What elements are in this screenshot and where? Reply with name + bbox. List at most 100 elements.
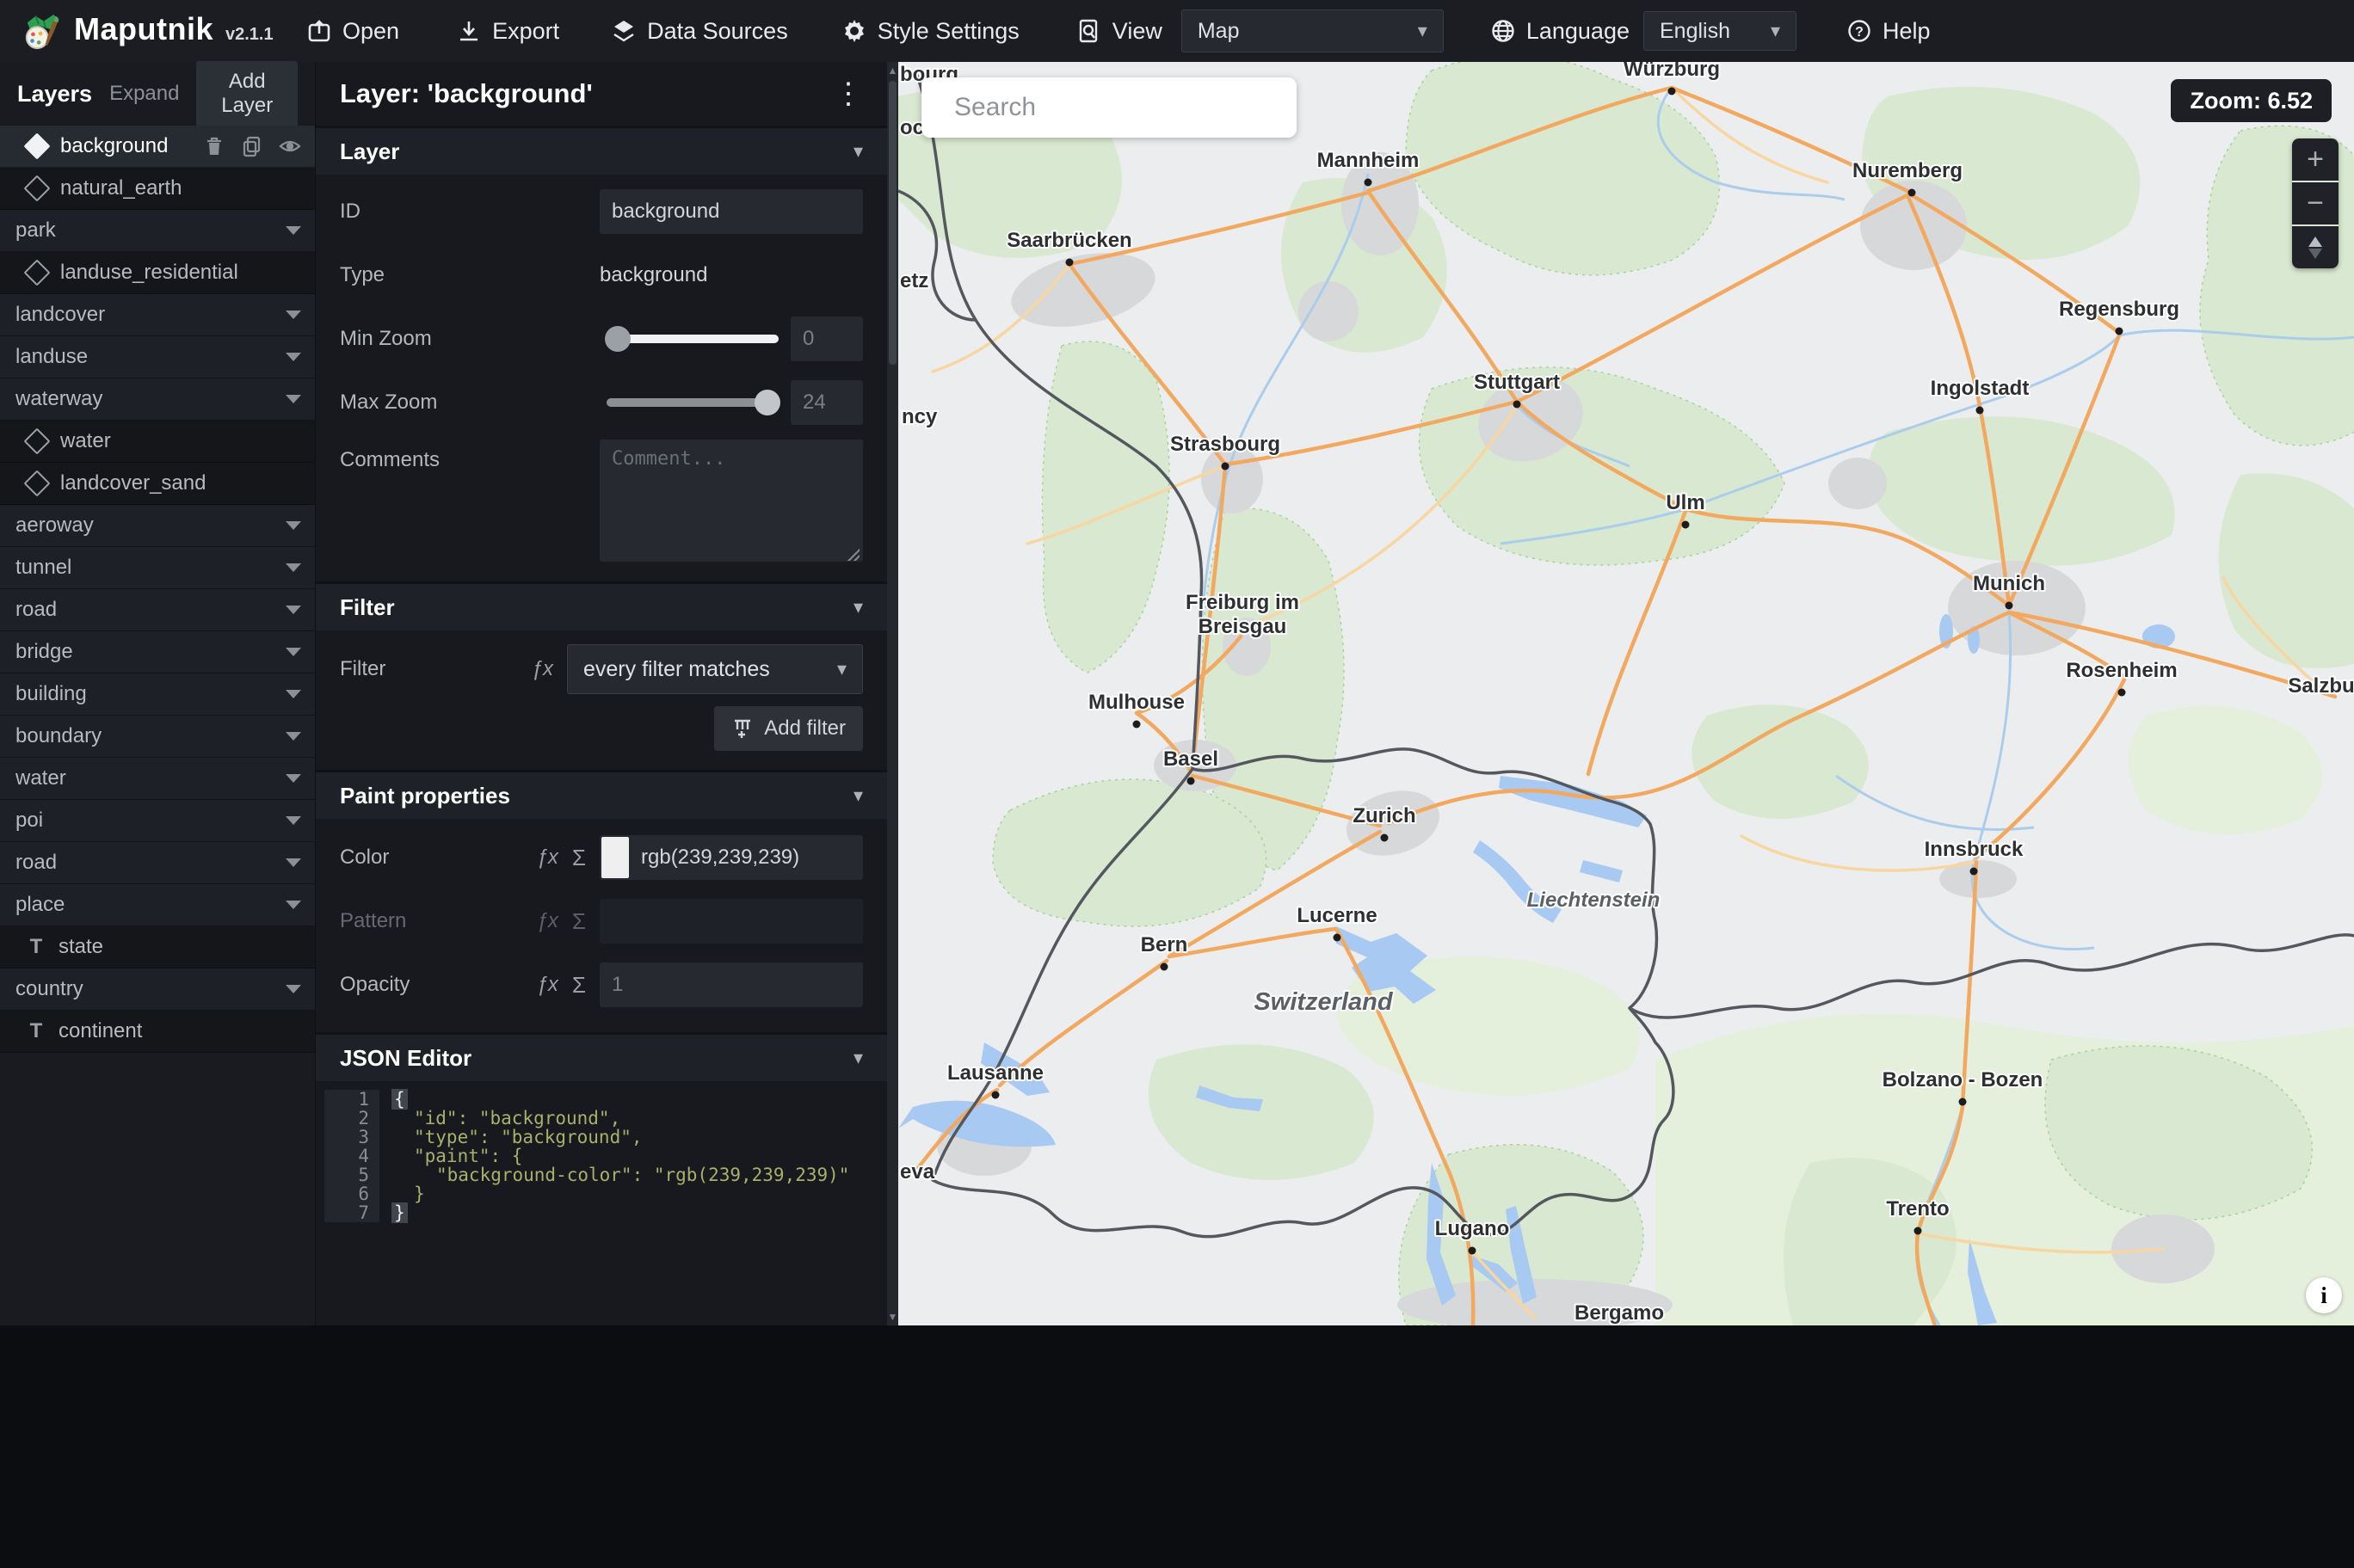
chevron-down-icon[interactable] xyxy=(286,690,301,698)
zoom-in-button[interactable]: + xyxy=(2292,138,2339,181)
max-zoom-slider[interactable] xyxy=(607,390,780,415)
view-button[interactable]: View xyxy=(1076,18,1162,45)
add-filter-button[interactable]: Add filter xyxy=(714,706,863,751)
kebab-menu-icon[interactable]: ⋮ xyxy=(834,78,863,108)
function-icon[interactable]: ƒx xyxy=(532,657,553,681)
layer-list-item-landuse[interactable]: landuse xyxy=(0,336,315,378)
chevron-down-icon[interactable] xyxy=(286,648,301,656)
compass-button[interactable] xyxy=(2292,226,2339,268)
layer-list-item-road[interactable]: road xyxy=(0,842,315,884)
attribution-info-button[interactable]: i xyxy=(2306,1277,2342,1313)
layer-list-item-building[interactable]: building xyxy=(0,673,315,716)
chevron-down-icon[interactable] xyxy=(286,816,301,825)
pattern-input[interactable] xyxy=(600,899,863,944)
slider-thumb[interactable] xyxy=(755,390,780,415)
chevron-down-icon[interactable] xyxy=(286,395,301,403)
scroll-up-icon[interactable]: ▲ xyxy=(887,64,898,77)
map-place-label: Innsbruck xyxy=(1925,838,2024,861)
layer-list-item-landcover_sand[interactable]: landcover_sand xyxy=(0,463,315,505)
comments-textarea[interactable] xyxy=(600,440,863,562)
map-city-dot xyxy=(1468,1246,1476,1255)
opacity-input[interactable] xyxy=(600,962,863,1007)
chevron-down-icon[interactable] xyxy=(286,311,301,319)
chevron-down-icon[interactable] xyxy=(286,353,301,361)
json-line-number: 2 xyxy=(324,1109,379,1128)
layer-list-item-park[interactable]: park xyxy=(0,210,315,252)
help-button[interactable]: ? Help xyxy=(1846,18,1931,45)
slider-thumb[interactable] xyxy=(605,326,631,352)
layer-list-item-waterway[interactable]: waterway xyxy=(0,378,315,421)
layer-list-item-poi[interactable]: poi xyxy=(0,800,315,842)
brand[interactable]: Maputnik v2.1.1 xyxy=(22,11,306,51)
layer-list-item-water[interactable]: water xyxy=(0,421,315,463)
layer-list-item-landcover[interactable]: landcover xyxy=(0,294,315,336)
chevron-down-icon[interactable] xyxy=(286,226,301,235)
chevron-down-icon[interactable] xyxy=(286,606,301,614)
min-zoom-slider[interactable] xyxy=(605,326,779,352)
open-button[interactable]: Open xyxy=(306,18,399,45)
map-search xyxy=(921,77,1297,138)
chevron-down-icon[interactable] xyxy=(286,901,301,909)
chevron-down-icon[interactable] xyxy=(286,563,301,572)
json-editor[interactable]: 1{2 "id": "background", 3 "type": "backgrou… xyxy=(316,1081,887,1248)
min-zoom-value[interactable]: 0 xyxy=(791,317,863,361)
toggle-visibility-icon[interactable] xyxy=(279,135,301,157)
delete-layer-icon[interactable] xyxy=(203,135,225,157)
map-place-label: Munich xyxy=(1973,572,2045,595)
duplicate-layer-icon[interactable] xyxy=(241,135,263,157)
data-sources-button[interactable]: Data Sources xyxy=(611,18,788,45)
layer-list-item-continent[interactable]: Tcontinent xyxy=(0,1011,315,1053)
map-place-label: Ingolstadt xyxy=(1931,377,2030,400)
map-canvas[interactable]: bourgocetzncyevaWürzburgMannheim Nurember… xyxy=(898,62,2354,1325)
app-title: Maputnik xyxy=(74,11,213,46)
search-input[interactable] xyxy=(952,92,1288,123)
max-zoom-value[interactable]: 24 xyxy=(791,380,863,425)
filter-combinator-select[interactable]: every filter matches ▾ xyxy=(567,644,863,694)
section-json-header[interactable]: JSON Editor ▾ xyxy=(316,1032,887,1081)
chevron-down-icon[interactable] xyxy=(286,985,301,993)
color-swatch[interactable] xyxy=(601,837,629,878)
language-button[interactable]: Language xyxy=(1490,18,1630,45)
chevron-down-icon[interactable] xyxy=(286,521,301,530)
layer-list-item-place[interactable]: place xyxy=(0,884,315,926)
layer-list-item-natural_earth[interactable]: natural_earth xyxy=(0,168,315,210)
map-place-label: Ulm xyxy=(1666,491,1704,514)
color-input[interactable] xyxy=(600,835,863,880)
layer-list-item-country[interactable]: country xyxy=(0,968,315,1011)
id-input[interactable] xyxy=(600,189,863,234)
view-select[interactable]: Map ▾ xyxy=(1180,9,1444,52)
layer-list-item-tunnel[interactable]: tunnel xyxy=(0,547,315,589)
chevron-down-icon[interactable] xyxy=(286,774,301,783)
add-layer-button[interactable]: Add Layer xyxy=(196,61,298,126)
layer-editor-title: Layer: 'background' xyxy=(340,78,593,108)
section-layer-header[interactable]: Layer ▾ xyxy=(316,126,887,175)
layer-list-item-background[interactable]: background xyxy=(0,126,315,168)
zoom-out-button[interactable]: − xyxy=(2292,182,2339,224)
language-select[interactable]: English ▾ xyxy=(1642,11,1796,51)
layer-list-item-boundary[interactable]: boundary xyxy=(0,716,315,758)
section-paint-header[interactable]: Paint properties ▾ xyxy=(316,770,887,819)
chevron-down-icon[interactable] xyxy=(286,858,301,867)
layer-list-item-state[interactable]: Tstate xyxy=(0,926,315,968)
section-filter-header[interactable]: Filter ▾ xyxy=(316,581,887,630)
function-icon[interactable]: ƒx xyxy=(537,845,558,870)
layer-list-item-bridge[interactable]: bridge xyxy=(0,631,315,673)
compass-icon xyxy=(2308,236,2322,259)
layer-list-item-landuse_residential[interactable]: landuse_residential xyxy=(0,252,315,294)
layer-list-item-road[interactable]: road xyxy=(0,589,315,631)
style-settings-button[interactable]: Style Settings xyxy=(841,18,1020,45)
json-code: "background-color": "rgb(239,239,239)" xyxy=(436,1165,850,1185)
panel-scrollbar[interactable]: ▲ ▼ xyxy=(887,62,898,1325)
function-icon[interactable]: ƒx xyxy=(537,973,558,997)
layer-list-item-aeroway[interactable]: aeroway xyxy=(0,505,315,547)
zoom-function-icon[interactable]: Σ xyxy=(572,845,586,871)
json-line: 7} xyxy=(324,1202,873,1223)
export-button[interactable]: Export xyxy=(456,18,559,45)
expand-button[interactable]: Expand xyxy=(109,82,179,106)
scroll-down-icon[interactable]: ▼ xyxy=(887,1310,898,1324)
zoom-function-icon[interactable]: Σ xyxy=(572,972,586,999)
map-view[interactable]: bourg oc etz ncy eva Würzburg Mannheim Nurember… xyxy=(898,62,2354,1325)
scrollbar-thumb[interactable] xyxy=(889,81,897,365)
layer-list-item-water[interactable]: water xyxy=(0,758,315,800)
chevron-down-icon[interactable] xyxy=(286,732,301,741)
